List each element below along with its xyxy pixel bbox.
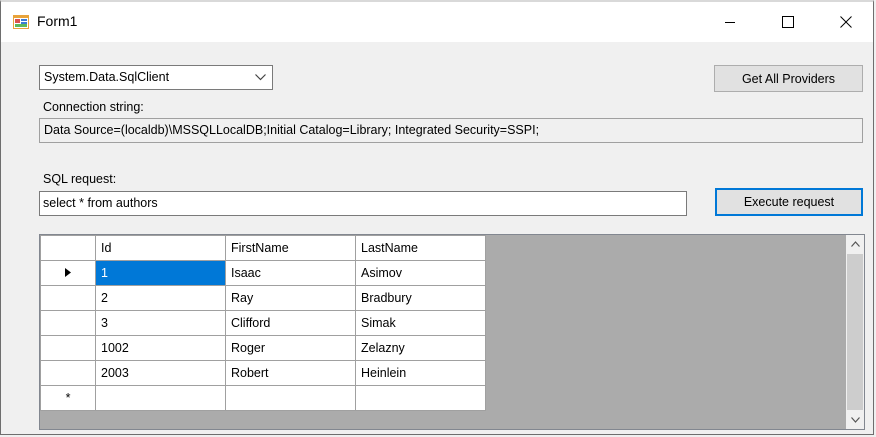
- cell-id[interactable]: 2: [95, 285, 226, 311]
- connection-string-label: Connection string:: [43, 100, 144, 114]
- connection-string-field[interactable]: Data Source=(localdb)\MSSQLLocalDB;Initi…: [39, 118, 863, 143]
- cell-id[interactable]: [95, 385, 226, 411]
- new-row-marker[interactable]: *: [40, 385, 96, 411]
- form-client-area: System.Data.SqlClient Get All Providers …: [1, 42, 873, 434]
- minimize-icon: [725, 22, 735, 23]
- close-icon: [840, 16, 852, 28]
- scroll-up-button[interactable]: [846, 235, 864, 253]
- results-table: Id FirstName LastName 1 Isaac Asimov 2 R…: [40, 235, 486, 411]
- row-header[interactable]: [40, 360, 96, 386]
- title-bar[interactable]: Form1: [1, 2, 873, 42]
- table-row[interactable]: 2003 Robert Heinlein: [40, 360, 486, 386]
- column-header-lastname[interactable]: LastName: [355, 235, 486, 261]
- results-grid[interactable]: Id FirstName LastName 1 Isaac Asimov 2 R…: [39, 234, 865, 430]
- grid-corner-header[interactable]: [40, 235, 96, 261]
- maximize-button[interactable]: [759, 2, 817, 42]
- get-all-providers-button[interactable]: Get All Providers: [714, 65, 863, 92]
- maximize-icon: [782, 16, 794, 28]
- new-row[interactable]: *: [40, 385, 486, 411]
- form-icon: [13, 15, 29, 29]
- scrollbar-thumb[interactable]: [847, 254, 863, 410]
- cell-lastname[interactable]: Zelazny: [355, 335, 486, 361]
- row-header[interactable]: [40, 310, 96, 336]
- table-row[interactable]: 1 Isaac Asimov: [40, 260, 486, 286]
- column-header-firstname[interactable]: FirstName: [225, 235, 356, 261]
- chevron-up-icon: [850, 241, 860, 247]
- cell-firstname[interactable]: Roger: [225, 335, 356, 361]
- row-header-current[interactable]: [40, 260, 96, 286]
- close-button[interactable]: [817, 2, 875, 42]
- cell-id[interactable]: 2003: [95, 360, 226, 386]
- cell-id[interactable]: 3: [95, 310, 226, 336]
- execute-request-button[interactable]: Execute request: [715, 188, 863, 216]
- row-header[interactable]: [40, 335, 96, 361]
- minimize-button[interactable]: [701, 2, 759, 42]
- cell-id[interactable]: 1002: [95, 335, 226, 361]
- provider-select[interactable]: System.Data.SqlClient: [39, 65, 273, 90]
- grid-header-row: Id FirstName LastName: [40, 235, 486, 261]
- window-title: Form1: [37, 13, 78, 29]
- current-row-arrow-icon: [65, 268, 71, 277]
- cell-lastname[interactable]: Bradbury: [355, 285, 486, 311]
- sql-request-input[interactable]: select * from authors: [39, 191, 687, 216]
- cell-id[interactable]: 1: [95, 260, 226, 286]
- column-header-id[interactable]: Id: [95, 235, 226, 261]
- cell-firstname[interactable]: [225, 385, 356, 411]
- cell-lastname[interactable]: Simak: [355, 310, 486, 336]
- cell-lastname[interactable]: Heinlein: [355, 360, 486, 386]
- form1-window: Form1 System.Data.SqlClient Get All Prov: [0, 0, 874, 435]
- row-header[interactable]: [40, 285, 96, 311]
- chevron-down-icon[interactable]: [255, 74, 266, 81]
- table-row[interactable]: 3 Clifford Simak: [40, 310, 486, 336]
- cell-firstname[interactable]: Isaac: [225, 260, 356, 286]
- sql-request-label: SQL request:: [43, 172, 117, 186]
- cell-lastname[interactable]: Asimov: [355, 260, 486, 286]
- connection-string-value: Data Source=(localdb)\MSSQLLocalDB;Initi…: [44, 123, 540, 137]
- table-row[interactable]: 2 Ray Bradbury: [40, 285, 486, 311]
- cell-firstname[interactable]: Clifford: [225, 310, 356, 336]
- scroll-down-button[interactable]: [846, 411, 864, 429]
- table-row[interactable]: 1002 Roger Zelazny: [40, 335, 486, 361]
- cell-firstname[interactable]: Ray: [225, 285, 356, 311]
- provider-select-value: System.Data.SqlClient: [44, 70, 170, 84]
- chevron-down-icon: [850, 417, 860, 423]
- sql-request-value: select * from authors: [43, 196, 158, 210]
- cell-lastname[interactable]: [355, 385, 486, 411]
- cell-firstname[interactable]: Robert: [225, 360, 356, 386]
- vertical-scrollbar[interactable]: [846, 235, 864, 429]
